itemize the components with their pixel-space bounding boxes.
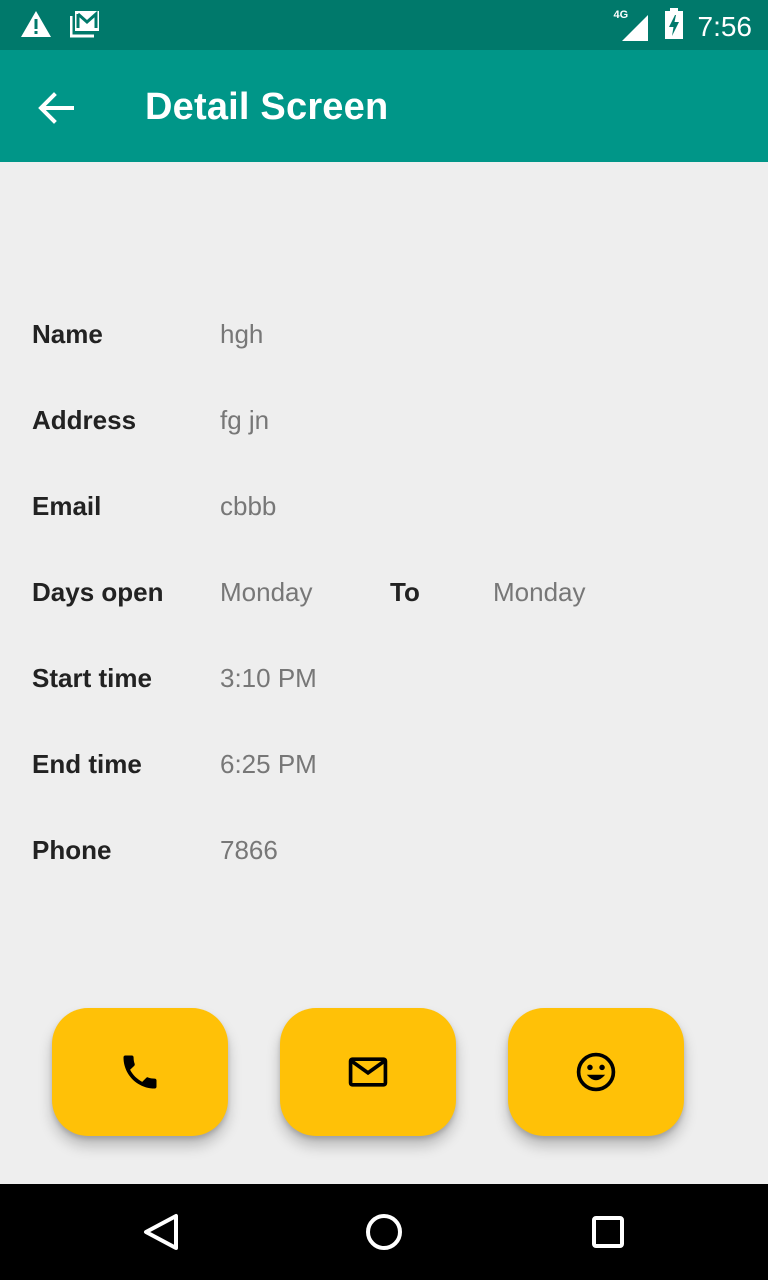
- detail-row-end-time: End time 6:25 PM: [32, 744, 732, 784]
- name-value: hgh: [220, 319, 264, 349]
- name-label: Name: [32, 319, 103, 349]
- page-title: Detail Screen: [145, 86, 389, 128]
- nav-recents-button[interactable]: [584, 1208, 632, 1256]
- start-time-label: Start time: [32, 663, 152, 693]
- detail-row-phone: Phone 7866: [32, 830, 732, 870]
- nav-back-button[interactable]: [136, 1208, 184, 1256]
- back-button[interactable]: [30, 82, 82, 134]
- signal-icon: 4G: [614, 9, 650, 43]
- address-value: fg jn: [220, 405, 270, 435]
- detail-row-email: Email cbbb: [32, 486, 732, 526]
- mail-icon: [348, 1057, 388, 1087]
- smiley-icon: [576, 1052, 616, 1092]
- arrow-back-icon: [38, 92, 74, 124]
- battery-charging-icon: [664, 8, 684, 45]
- end-time-label: End time: [32, 749, 142, 779]
- warning-icon: [20, 10, 52, 43]
- status-bar-notifications: [20, 10, 100, 43]
- days-open-to-value: Monday: [493, 577, 586, 607]
- call-button[interactable]: [52, 1008, 228, 1136]
- days-open-to-label: To: [390, 577, 420, 607]
- phone-label: Phone: [32, 835, 112, 865]
- detail-row-name: Name hgh: [32, 314, 732, 354]
- start-time-value: 3:10 PM: [220, 663, 317, 693]
- days-open-label: Days open: [32, 577, 164, 607]
- days-open-from-value: Monday: [220, 577, 313, 607]
- address-label: Address: [32, 405, 137, 435]
- navigation-bar: [0, 1184, 768, 1280]
- status-time: 7:56: [697, 10, 753, 42]
- recents-square-icon: [592, 1216, 624, 1248]
- home-circle-icon: [366, 1214, 402, 1250]
- nav-home-button[interactable]: [360, 1208, 408, 1256]
- gmail-icon: [69, 10, 100, 43]
- back-triangle-icon: [144, 1214, 178, 1250]
- phone-icon: [123, 1055, 157, 1089]
- detail-row-days-open: Days open Monday To Monday: [32, 572, 732, 612]
- email-button[interactable]: [280, 1008, 456, 1136]
- detail-row-address: Address fg jn: [32, 400, 732, 440]
- app-bar: Detail Screen: [0, 50, 768, 162]
- status-bar: 4G 7:56: [0, 0, 768, 50]
- status-bar-system: 4G 7:56: [614, 8, 753, 45]
- email-label: Email: [32, 491, 102, 521]
- detail-row-start-time: Start time 3:10 PM: [32, 658, 732, 698]
- end-time-value: 6:25 PM: [220, 749, 317, 779]
- smiley-button[interactable]: [508, 1008, 684, 1136]
- phone-value: 7866: [220, 835, 278, 865]
- email-value: cbbb: [220, 491, 277, 521]
